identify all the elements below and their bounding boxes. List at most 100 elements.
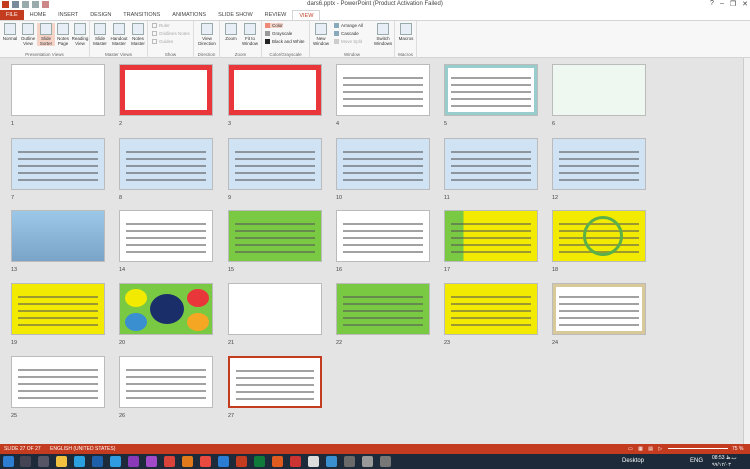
slide-text-line bbox=[18, 179, 98, 181]
view-direction-button[interactable]: View Direction bbox=[198, 23, 216, 46]
slide-text-line bbox=[126, 383, 206, 385]
excel-icon[interactable] bbox=[254, 456, 265, 467]
slide-text-line bbox=[236, 398, 314, 400]
slide-thumbnail-8[interactable] bbox=[119, 138, 213, 190]
app-icon-10[interactable] bbox=[380, 456, 391, 467]
slide-thumbnail-6[interactable] bbox=[552, 64, 646, 116]
slide-thumbnail-5[interactable] bbox=[444, 64, 538, 116]
task-view-icon[interactable] bbox=[38, 456, 49, 467]
premiere-icon[interactable] bbox=[128, 456, 139, 467]
slide-thumbnail-9[interactable] bbox=[228, 138, 322, 190]
tab-home[interactable]: HOME bbox=[24, 10, 53, 20]
guides-checkbox[interactable]: Guides bbox=[152, 39, 173, 45]
tab-file[interactable]: FILE bbox=[0, 10, 24, 20]
app-icon-9[interactable] bbox=[362, 456, 373, 467]
slide-thumbnail-10[interactable] bbox=[336, 138, 430, 190]
slide-thumbnail-14[interactable] bbox=[119, 210, 213, 262]
slide-thumbnail-22[interactable] bbox=[336, 283, 430, 335]
app-icon-4[interactable] bbox=[200, 456, 211, 467]
ruler-checkbox[interactable]: Ruler bbox=[152, 23, 170, 29]
slide-thumbnail-27[interactable] bbox=[228, 356, 322, 408]
chrome-icon[interactable] bbox=[308, 456, 319, 467]
slide-thumbnail-26[interactable] bbox=[119, 356, 213, 408]
file-explorer-icon[interactable] bbox=[56, 456, 67, 467]
slide-thumbnail-19[interactable] bbox=[11, 283, 105, 335]
app-icon-2[interactable] bbox=[92, 456, 103, 467]
normal-view-button[interactable]: Normal bbox=[1, 23, 19, 41]
gridlines-checkbox[interactable]: Gridlines bbox=[152, 31, 177, 37]
fit-to-window-button[interactable]: Fit to Window bbox=[241, 23, 259, 46]
slide-thumbnail-25[interactable] bbox=[11, 356, 105, 408]
vertical-scrollbar[interactable] bbox=[743, 58, 750, 444]
move-split-button[interactable]: Move Split bbox=[334, 39, 362, 45]
app-icon-6[interactable] bbox=[290, 456, 301, 467]
cascade-button[interactable]: Cascade bbox=[334, 31, 359, 37]
tab-insert[interactable]: INSERT bbox=[52, 10, 84, 20]
slide-thumbnail-20[interactable] bbox=[119, 283, 213, 335]
tab-transitions[interactable]: TRANSITIONS bbox=[117, 10, 166, 20]
slide-thumbnail-13[interactable] bbox=[11, 210, 105, 262]
app-icon-8[interactable] bbox=[344, 456, 355, 467]
word-icon[interactable] bbox=[218, 456, 229, 467]
slide-thumbnail-1[interactable] bbox=[11, 64, 105, 116]
handout-master-button[interactable]: Handout Master bbox=[110, 23, 128, 46]
app-icon-7[interactable] bbox=[326, 456, 337, 467]
arrange-all-button[interactable]: Arrange All bbox=[334, 23, 363, 29]
notes-page-button[interactable]: Notes Page bbox=[54, 23, 72, 46]
minimize-button[interactable]: – bbox=[720, 0, 724, 8]
clock-time[interactable]: 08:53 ب.ظ bbox=[712, 455, 737, 461]
app-icon-3[interactable] bbox=[164, 456, 175, 467]
slide-thumbnail-7[interactable] bbox=[11, 138, 105, 190]
slide-thumbnail-12[interactable] bbox=[552, 138, 646, 190]
help-button[interactable]: ? bbox=[710, 0, 714, 8]
slide-thumbnail-17[interactable] bbox=[444, 210, 538, 262]
tab-review[interactable]: REVIEW bbox=[259, 10, 293, 20]
slide-thumbnail-3[interactable] bbox=[228, 64, 322, 116]
after-effects-icon[interactable] bbox=[146, 456, 157, 467]
grayscale-button[interactable]: Grayscale bbox=[265, 31, 292, 37]
firefox-icon[interactable] bbox=[182, 456, 193, 467]
slide-sorter-button[interactable]: Slide Sorter bbox=[37, 23, 55, 46]
group-zoom: Zoom Fit to Window Zoom bbox=[220, 21, 262, 58]
search-icon[interactable] bbox=[20, 456, 31, 467]
language-indicator[interactable]: ENGLISH (UNITED STATES) bbox=[50, 444, 115, 454]
powerpoint-taskbar-icon[interactable] bbox=[236, 456, 247, 467]
desktop-toolbar[interactable]: Desktop bbox=[622, 458, 644, 464]
slide-thumbnail-24[interactable] bbox=[552, 283, 646, 335]
photoshop-icon[interactable] bbox=[110, 456, 121, 467]
start-icon[interactable] bbox=[3, 456, 14, 467]
zoom-level[interactable]: 75 % bbox=[732, 444, 743, 454]
slide-thumbnail-16[interactable] bbox=[336, 210, 430, 262]
notes-master-button[interactable]: Notes Master bbox=[129, 23, 147, 46]
outline-view-button[interactable]: Outline View bbox=[19, 23, 37, 46]
color-button[interactable]: Color bbox=[265, 23, 283, 29]
slide-master-button[interactable]: Slide Master bbox=[91, 23, 109, 46]
new-window-button[interactable]: New Window bbox=[312, 23, 330, 46]
close-button[interactable]: ✕ bbox=[742, 0, 748, 8]
app-icon-1[interactable] bbox=[74, 456, 85, 467]
notes-button[interactable]: Notes bbox=[178, 31, 190, 36]
tab-animations[interactable]: ANIMATIONS bbox=[166, 10, 212, 20]
clock-date[interactable]: ٩٩/١٢/٠٣ bbox=[712, 462, 731, 468]
black-white-button[interactable]: Black and White bbox=[265, 39, 305, 45]
slide-thumbnail-4[interactable] bbox=[336, 64, 430, 116]
tab-view[interactable]: VIEW bbox=[292, 10, 321, 20]
slide-thumbnail-21[interactable] bbox=[228, 283, 322, 335]
slide-thumbnail-2[interactable] bbox=[119, 64, 213, 116]
zoom-button[interactable]: Zoom bbox=[222, 23, 240, 41]
slide-thumbnail-18[interactable] bbox=[552, 210, 646, 262]
keyboard-language[interactable]: ENG bbox=[690, 458, 703, 464]
view-buttons[interactable]: ▭ ▦ ▤ ▷ bbox=[628, 444, 664, 454]
switch-windows-button[interactable]: Switch Windows bbox=[372, 23, 394, 46]
reading-view-button[interactable]: Reading View bbox=[71, 23, 89, 46]
slide-thumbnail-23[interactable] bbox=[444, 283, 538, 335]
slide-thumbnail-15[interactable] bbox=[228, 210, 322, 262]
tab-design[interactable]: DESIGN bbox=[84, 10, 117, 20]
slide-thumbnail-11[interactable] bbox=[444, 138, 538, 190]
app-icon-5[interactable] bbox=[272, 456, 283, 467]
zoom-slider[interactable] bbox=[668, 448, 728, 449]
maximize-button[interactable]: ❐ bbox=[730, 0, 736, 8]
status-bar: SLIDE 27 OF 27 ENGLISH (UNITED STATES) ▭… bbox=[0, 444, 750, 454]
tab-slide-show[interactable]: SLIDE SHOW bbox=[212, 10, 259, 20]
macros-button[interactable]: Macros bbox=[397, 23, 415, 41]
